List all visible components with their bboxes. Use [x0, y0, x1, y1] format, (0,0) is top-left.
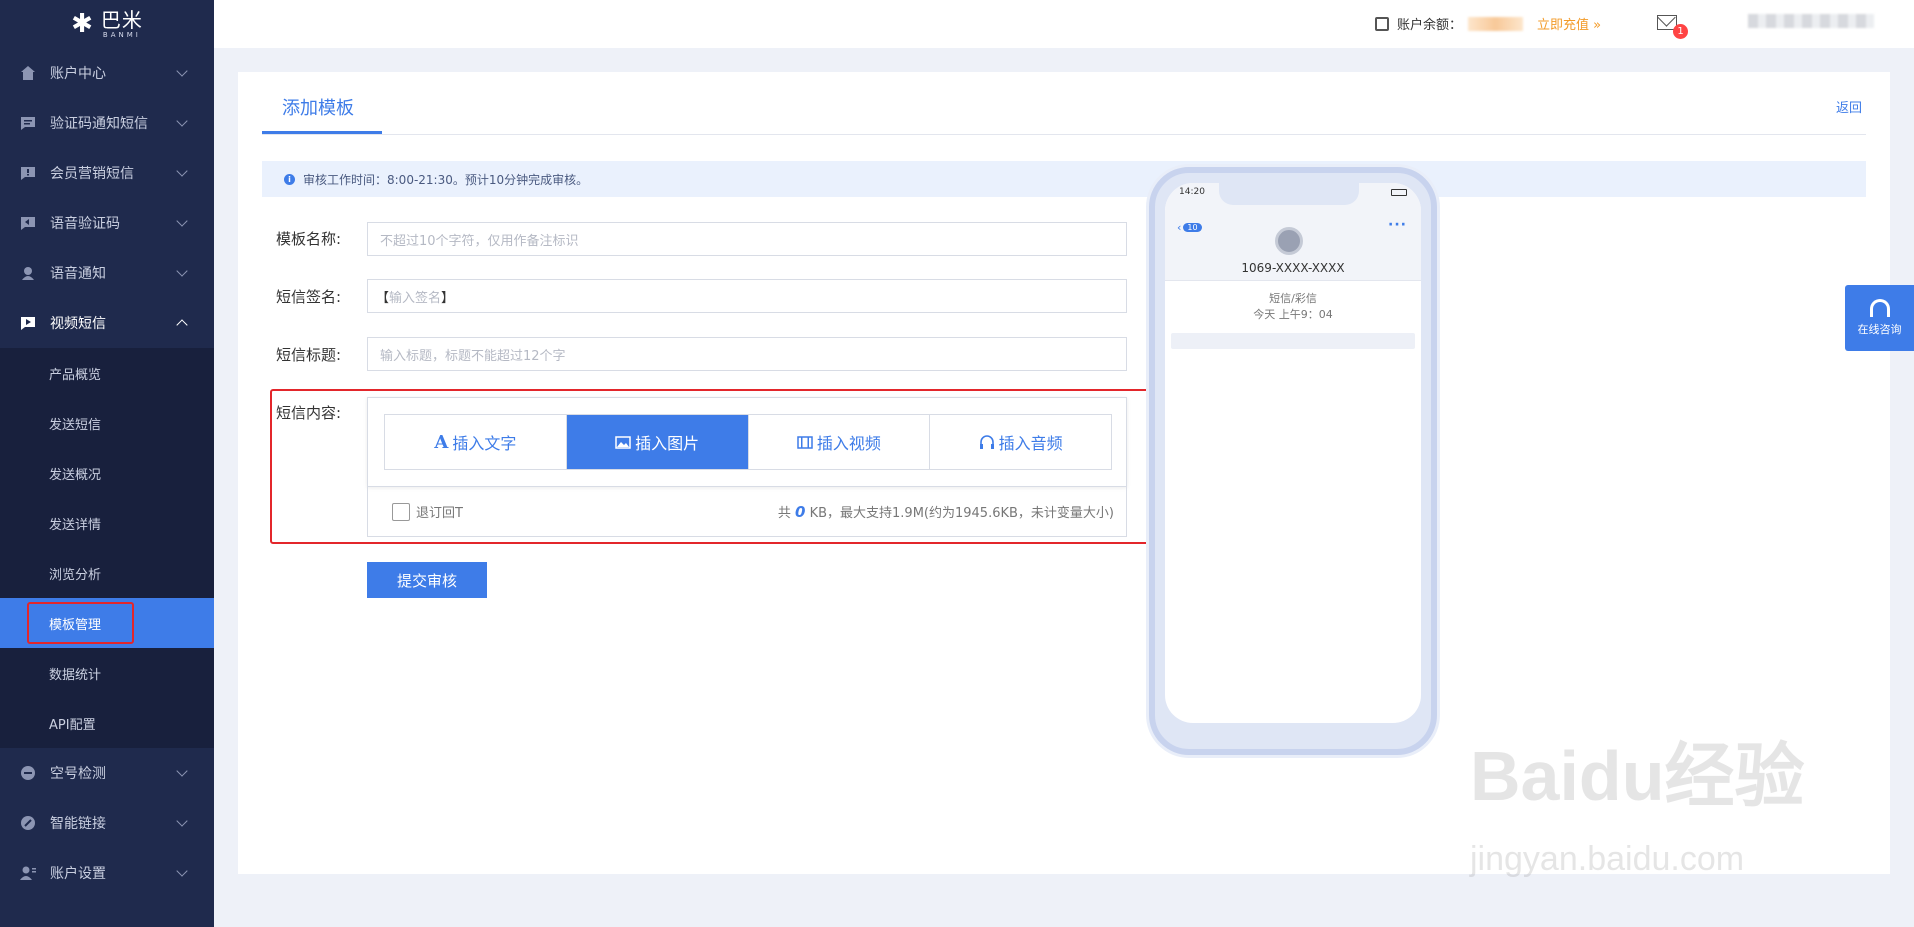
sidebar-item-verify-sms[interactable]: 验证码通知短信 [0, 98, 214, 148]
chevron-down-icon [176, 115, 188, 127]
sidebar-item-label: 会员营销短信 [50, 166, 134, 182]
sidebar-item-number-detect[interactable]: 空号检测 [0, 748, 214, 798]
back-count: 10 [1183, 223, 1202, 232]
notice-bar: i 审核工作时间：8:00-21:30。预计10分钟完成审核。 [262, 161, 1866, 197]
logo-icon: ✱ [71, 9, 93, 39]
sms-title-placeholder: 输入标题，标题不能超过12个字 [380, 348, 566, 364]
chevron-down-icon [176, 815, 188, 827]
sidebar: ✱ 巴米 BANMI 账户中心 验证码通知短信 会员营销短信 语音验证码 语音通… [0, 0, 214, 927]
sidebar-item-label: 验证码通知短信 [50, 116, 148, 132]
submenu-item-browse-analysis[interactable]: 浏览分析 [0, 548, 214, 598]
sidebar-item-video-sms[interactable]: 视频短信 [0, 298, 214, 348]
sign-bracket-open: 【 [376, 290, 390, 306]
sms-sign-placeholder: 输入签名 [389, 290, 442, 306]
sidebar-item-label: 账户设置 [50, 866, 106, 882]
message-bubble [1171, 333, 1415, 349]
watermark-url: jingyan.baidu.com [1470, 840, 1745, 878]
sidebar-item-account-settings[interactable]: 账户设置 [0, 848, 214, 898]
user-menu-blurred[interactable] [1748, 14, 1874, 28]
phone-notch [1219, 183, 1359, 205]
link-icon [21, 816, 35, 830]
sms-title-label: 短信标题: [276, 346, 342, 364]
message-icon [21, 117, 35, 130]
phone-header: 14:20 ‹ 10 ··· 1069-XXXX-XXXX [1165, 183, 1421, 281]
voice-notify-icon [22, 267, 34, 280]
tab-add-template[interactable]: 添加模板 [262, 90, 382, 134]
back-arrow-icon: ‹ [1177, 221, 1182, 234]
sidebar-item-smart-link[interactable]: 智能链接 [0, 798, 214, 848]
sms-sign-label: 短信签名: [276, 288, 342, 306]
sidebar-item-label: 视频短信 [50, 316, 106, 332]
user-settings-icon [20, 866, 36, 880]
video-sms-submenu: 产品概览 发送短信 发送概况 发送详情 浏览分析 模板管理 数据统计 API配置 [0, 348, 214, 748]
submenu-item-send-sms[interactable]: 发送短信 [0, 398, 214, 448]
recharge-link[interactable]: 立即充值 » [1537, 14, 1601, 33]
message-type: 短信/彩信 [1269, 292, 1317, 305]
home-icon [21, 66, 35, 80]
submenu-item-data-stats[interactable]: 数据统计 [0, 648, 214, 698]
sign-bracket-close: 】 [441, 290, 455, 306]
brand-logo[interactable]: ✱ 巴米 BANMI [0, 0, 214, 48]
phone-preview: 14:20 ‹ 10 ··· 1069-XXXX-XXXX 短信/彩信 今天 上… [1149, 167, 1437, 755]
submit-review-button[interactable]: 提交审核 [367, 562, 487, 598]
back-link[interactable]: 返回 [1836, 97, 1862, 116]
sms-title-input[interactable]: 输入标题，标题不能超过12个字 [367, 337, 1127, 371]
sidebar-item-label: 空号检测 [50, 766, 106, 782]
detect-icon [21, 766, 35, 780]
highlight-frame [27, 602, 134, 644]
online-consult-button[interactable]: 在线咨询 [1845, 285, 1914, 351]
template-name-input[interactable]: 不超过10个字符，仅用作备注标识 [367, 222, 1127, 256]
sidebar-item-label: 语音通知 [50, 266, 106, 282]
chevron-down-icon [176, 765, 188, 777]
battery-icon [1391, 189, 1407, 196]
marketing-icon [21, 167, 35, 180]
sidebar-item-account-center[interactable]: 账户中心 [0, 48, 214, 98]
message-date: 今天 上午9：04 [1253, 308, 1333, 321]
watermark-logo: Baidu经验 [1470, 737, 1805, 815]
info-icon: i [284, 173, 295, 185]
chevron-down-icon [176, 215, 188, 227]
chevron-down-icon [176, 265, 188, 277]
video-sms-icon [21, 317, 35, 330]
headset-icon [1869, 299, 1890, 317]
voice-code-icon [21, 217, 35, 230]
message-meta: 短信/彩信 今天 上午9：04 [1165, 291, 1421, 323]
balance-area: 账户余额： 立即充值 » [1375, 14, 1601, 33]
sidebar-item-label: 语音验证码 [50, 216, 120, 232]
highlight-frame [270, 389, 1166, 544]
sidebar-item-label: 账户中心 [50, 66, 106, 82]
brand-sub: BANMI [102, 30, 141, 39]
template-name-placeholder: 不超过10个字符，仅用作备注标识 [380, 233, 579, 249]
sidebar-item-voice-notify[interactable]: 语音通知 [0, 248, 214, 298]
phone-screen: 14:20 ‹ 10 ··· 1069-XXXX-XXXX 短信/彩信 今天 上… [1165, 183, 1421, 723]
submenu-item-send-summary[interactable]: 发送概况 [0, 448, 214, 498]
sms-sign-input[interactable]: 【 输入签名 】 [367, 279, 1127, 313]
phone-back: ‹ 10 [1177, 221, 1202, 234]
phone-number: 1069-XXXX-XXXX [1241, 261, 1345, 275]
mail-badge: 1 [1673, 24, 1688, 39]
balance-value-blurred [1468, 16, 1524, 31]
more-icon: ··· [1388, 217, 1407, 233]
brand-name: 巴米 [100, 7, 143, 32]
notice-text: 审核工作时间：8:00-21:30。预计10分钟完成审核。 [303, 172, 589, 187]
chevron-down-icon [176, 865, 188, 877]
tab-divider [262, 134, 1866, 135]
sidebar-item-label: 智能链接 [50, 816, 106, 832]
submenu-item-api-config[interactable]: API配置 [0, 698, 214, 748]
chevron-up-icon [176, 319, 188, 331]
avatar [1275, 227, 1303, 255]
wallet-icon [1375, 16, 1389, 31]
balance-label: 账户余额： [1397, 18, 1463, 33]
online-consult-label: 在线咨询 [1857, 323, 1902, 336]
chevron-down-icon [176, 165, 188, 177]
phone-time: 14:20 [1179, 187, 1205, 197]
template-name-label: 模板名称: [276, 230, 342, 248]
submenu-item-template-manage[interactable]: 模板管理 [0, 598, 214, 648]
chevron-down-icon [176, 65, 188, 77]
submenu-item-overview[interactable]: 产品概览 [0, 348, 214, 398]
sidebar-item-marketing-sms[interactable]: 会员营销短信 [0, 148, 214, 198]
sidebar-item-voice-code[interactable]: 语音验证码 [0, 198, 214, 248]
submenu-item-send-detail[interactable]: 发送详情 [0, 498, 214, 548]
